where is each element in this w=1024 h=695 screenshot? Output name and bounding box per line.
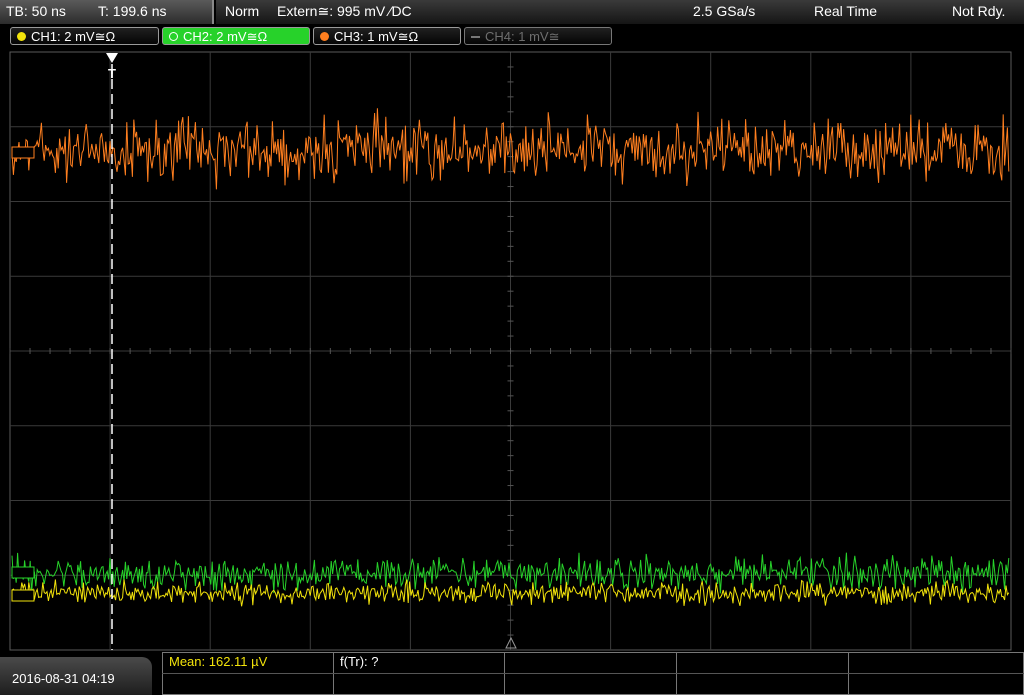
channel-1-button[interactable]: CH1: 2 mV≅Ω xyxy=(10,27,159,45)
channel-1-offset-marker xyxy=(11,589,35,602)
acquisition-status: Not Rdy. xyxy=(952,3,1006,19)
channel-3-label: CH3: 1 mV≅Ω xyxy=(334,29,419,44)
trigger-source: Extern≅: 995 mV ∕DC xyxy=(277,3,412,19)
channel-1-label: CH1: 2 mV≅Ω xyxy=(31,29,116,44)
date-time: 2016-08-31 04:19 xyxy=(12,671,115,686)
measurement-panel[interactable]: Mean: 162.11 µV f(Tr): ? xyxy=(162,652,1024,695)
measurement-row-divider xyxy=(162,673,1024,674)
channel-bar: CH1: 2 mV≅Ω CH2: 2 mV≅Ω CH3: 1 mV≅Ω CH4:… xyxy=(0,24,1024,50)
channel-2-offset-marker xyxy=(11,566,35,579)
status-bar: TB: 50 ns T: 199.6 ns Norm Extern≅: 995 … xyxy=(0,0,1024,24)
acquisition-mode: Norm xyxy=(225,3,260,19)
channel-4-color-dot xyxy=(471,36,480,38)
channel-4-label: CH4: 1 mV≅ xyxy=(485,29,560,44)
channel-4-button[interactable]: CH4: 1 mV≅ xyxy=(464,27,612,45)
channel-3-offset-marker xyxy=(11,146,35,159)
sample-rate: 2.5 GSa/s xyxy=(693,3,756,19)
channel-3-color-dot xyxy=(320,32,329,41)
mean-measurement: Mean: 162.11 µV xyxy=(169,654,268,669)
run-mode: Real Time xyxy=(814,3,878,19)
channel-2-button[interactable]: CH2: 2 mV≅Ω xyxy=(162,27,310,45)
trigger-marker-label: T xyxy=(108,66,116,81)
channel-2-label: CH2: 2 mV≅Ω xyxy=(183,29,268,44)
channel-2-color-dot xyxy=(169,32,178,41)
trigger-panel[interactable]: Norm Extern≅: 995 mV ∕DC 2.5 GSa/s Real … xyxy=(216,0,1024,24)
trigger-time-readout: T: 199.6 ns xyxy=(98,3,167,19)
channel-3-button[interactable]: CH3: 1 mV≅Ω xyxy=(313,27,461,45)
channel-1-color-dot xyxy=(17,32,26,41)
date-time-panel: 2016-08-31 04:19 xyxy=(0,657,152,695)
trigger-frequency-measurement: f(Tr): ? xyxy=(340,654,379,669)
timebase-readout: TB: 50 ns xyxy=(6,3,66,19)
waveform-display[interactable]: T xyxy=(0,50,1024,652)
timebase-panel[interactable]: TB: 50 ns T: 199.6 ns xyxy=(0,0,214,24)
